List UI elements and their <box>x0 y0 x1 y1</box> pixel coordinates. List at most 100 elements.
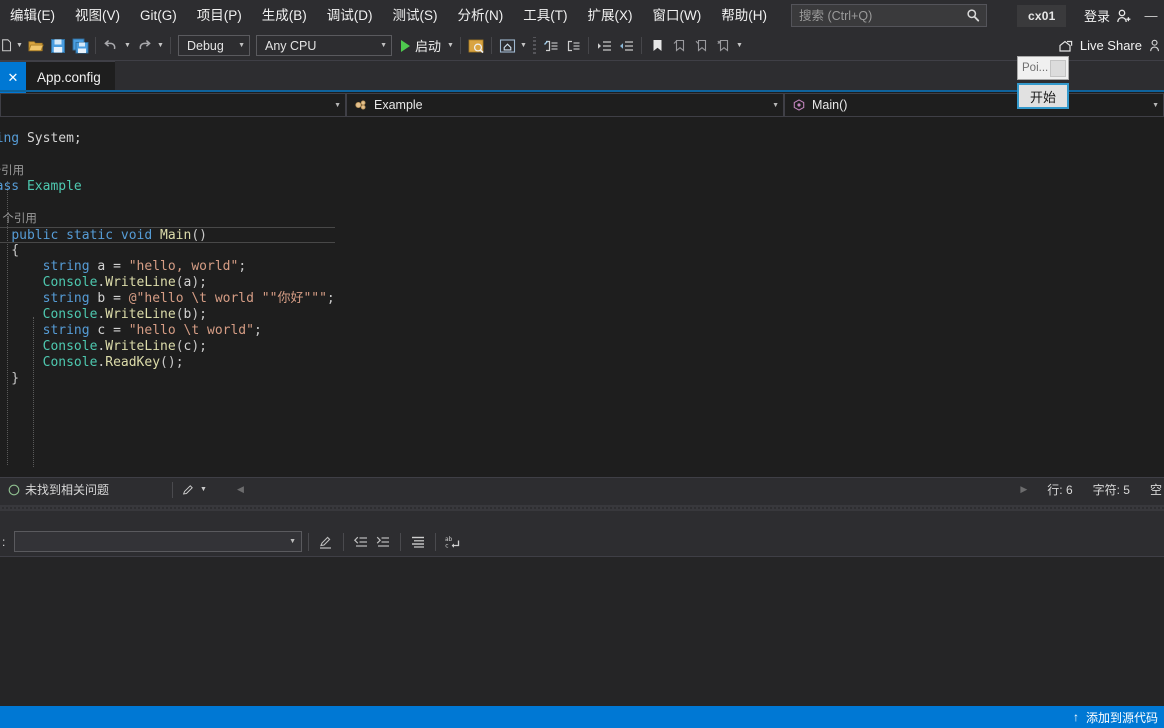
previous-bookmark-icon[interactable] <box>668 34 690 58</box>
new-project-dropdown-icon[interactable]: ▼ <box>14 34 25 58</box>
save-all-icon[interactable] <box>69 34 91 58</box>
menu-item-git[interactable]: Git(G) <box>130 3 187 29</box>
code-line[interactable]: using System; <box>0 131 335 147</box>
word-wrap-icon[interactable]: ab c <box>442 531 464 553</box>
navbar-project-selector[interactable]: ▼ <box>0 93 346 117</box>
code-line[interactable]: { <box>0 195 335 211</box>
menu-item-analyze[interactable]: 分析(N) <box>448 3 514 29</box>
clear-all-icon[interactable] <box>315 531 337 553</box>
panel-splitter[interactable] <box>0 501 1164 527</box>
codelens-row[interactable]: 0 个引用 <box>0 211 335 227</box>
chevron-down-icon[interactable]: ▼ <box>200 486 207 493</box>
live-preview-dropdown-icon[interactable]: ▼ <box>518 34 529 58</box>
source-control-label[interactable]: 添加到源代码 <box>1086 709 1158 726</box>
solution-configuration-combo[interactable]: Debug ▼ <box>178 35 250 56</box>
editor-status-strip: 未找到相关问题 ▼ ◀ ▶ 行: 6 字符: 5 空 <box>0 477 1164 501</box>
menu-item-test[interactable]: 测试(S) <box>383 3 448 29</box>
codelens-label[interactable]: 0 个引用 <box>0 213 37 225</box>
start-dropdown-icon[interactable]: ▼ <box>445 34 456 58</box>
redo-icon[interactable] <box>133 34 155 58</box>
open-file-icon[interactable] <box>25 34 47 58</box>
navbar-member-selector[interactable]: Main() ▼ <box>784 93 1164 117</box>
bookmark-icon[interactable] <box>646 34 668 58</box>
undo-dropdown-icon[interactable]: ▼ <box>122 34 133 58</box>
toolbar-overflow-icon[interactable]: ▼ <box>734 34 745 58</box>
code-editor[interactable]: using System; 0 个引用class Example{ 0 个引用 … <box>0 117 1164 477</box>
new-project-icon[interactable] <box>0 34 14 58</box>
code-line[interactable]: Console.ReadKey(); <box>0 355 335 371</box>
caret-right-icon[interactable]: ▶ <box>1020 484 1027 495</box>
solution-platform-combo[interactable]: Any CPU ▼ <box>256 35 392 56</box>
code-line[interactable]: string a = "hello, world"; <box>0 259 335 275</box>
code-line[interactable]: Console.WriteLine(b); <box>0 307 335 323</box>
toolbar-separator-5 <box>533 37 537 54</box>
code-line[interactable] <box>0 147 335 163</box>
go-to-previous-message-icon[interactable] <box>350 531 372 553</box>
undo-icon[interactable] <box>100 34 122 58</box>
code-line[interactable]: Console.WriteLine(a); <box>0 275 335 291</box>
code-token: b = <box>89 291 129 306</box>
quick-search-box[interactable] <box>790 4 987 27</box>
codelens-row[interactable]: 0 个引用 <box>0 163 335 179</box>
code-line[interactable]: Console.WriteLine(c); <box>0 339 335 355</box>
problems-indicator[interactable]: 未找到相关问题 <box>0 478 117 502</box>
code-token: Example <box>26 179 82 194</box>
popup-start-button[interactable]: 开始 <box>1017 83 1069 109</box>
code-line[interactable]: class Example <box>0 179 335 195</box>
output-panel-body[interactable] <box>0 556 1164 711</box>
editor-status-right: ▶ 行: 6 字符: 5 空 <box>1010 478 1164 502</box>
code-line[interactable]: } <box>0 387 335 403</box>
code-line[interactable]: } <box>0 371 335 387</box>
menu-item-build[interactable]: 生成(B) <box>252 3 317 29</box>
code-lines[interactable]: using System; 0 个引用class Example{ 0 个引用 … <box>0 131 335 403</box>
codelens-label[interactable]: 0 个引用 <box>0 165 24 177</box>
sign-in-area[interactable]: 登录 <box>1084 6 1138 25</box>
chevron-down-icon: ▼ <box>1152 101 1159 109</box>
menu-item-project[interactable]: 项目(P) <box>187 3 252 29</box>
redo-dropdown-icon[interactable]: ▼ <box>155 34 166 58</box>
menu-item-edit[interactable]: 编辑(E) <box>0 3 65 29</box>
menu-item-view[interactable]: 视图(V) <box>65 3 130 29</box>
scroll-right-indicator[interactable]: ▶ <box>1010 478 1037 502</box>
search-input[interactable] <box>791 5 952 26</box>
caret-left-icon[interactable]: ◀ <box>237 484 244 495</box>
scroll-left-indicator[interactable]: ◀ <box>215 478 252 502</box>
popup-text-field[interactable]: Poi... <box>1017 56 1069 80</box>
select-hot-reload-icon[interactable] <box>465 34 487 58</box>
intellicode-indicator[interactable]: ▼ <box>173 478 215 502</box>
clear-bookmarks-icon[interactable] <box>712 34 734 58</box>
code-line[interactable]: string c = "hello \t world"; <box>0 323 335 339</box>
code-line[interactable]: string b = @"hello \t world ""你好"""; <box>0 291 335 307</box>
save-icon[interactable] <box>47 34 69 58</box>
increase-indent-icon[interactable] <box>593 34 615 58</box>
uncomment-selection-icon[interactable] <box>562 34 584 58</box>
code-token: a = <box>89 259 129 274</box>
tab-app-config[interactable]: ✕ App.config <box>0 61 115 93</box>
live-preview-icon[interactable] <box>496 34 518 58</box>
menu-item-help[interactable]: 帮助(H) <box>711 3 777 29</box>
minimize-button[interactable]: — <box>1138 1 1164 31</box>
floating-popup[interactable]: Poi... 开始 <box>1017 56 1069 112</box>
menu-item-extensions[interactable]: 扩展(X) <box>578 3 643 29</box>
go-to-next-message-icon[interactable] <box>372 531 394 553</box>
navbar-type-selector[interactable]: Example ▼ <box>346 93 784 117</box>
popup-field-button[interactable] <box>1050 60 1066 77</box>
start-debug-button[interactable]: 启动 <box>395 34 445 57</box>
menu-item-debug[interactable]: 调试(D) <box>317 3 383 29</box>
account-chip[interactable]: cx01 <box>1016 4 1067 27</box>
code-line[interactable]: public static void Main() <box>0 227 335 243</box>
output-source-combo[interactable]: ▼ <box>14 531 302 552</box>
live-share-button[interactable]: Live Share <box>1058 38 1146 54</box>
close-icon[interactable]: ✕ <box>0 61 26 93</box>
menu-item-window[interactable]: 窗口(W) <box>643 3 712 29</box>
decrease-indent-icon[interactable] <box>615 34 637 58</box>
splitter-grip[interactable] <box>0 505 1164 511</box>
next-bookmark-icon[interactable] <box>690 34 712 58</box>
comment-selection-icon[interactable] <box>540 34 562 58</box>
feedback-person-icon[interactable] <box>1146 34 1164 58</box>
menu-item-tools[interactable]: 工具(T) <box>513 3 577 29</box>
toggle-output-list-icon[interactable] <box>407 531 429 553</box>
code-line[interactable]: { <box>0 243 335 259</box>
toolbar-separator-4 <box>491 37 493 54</box>
